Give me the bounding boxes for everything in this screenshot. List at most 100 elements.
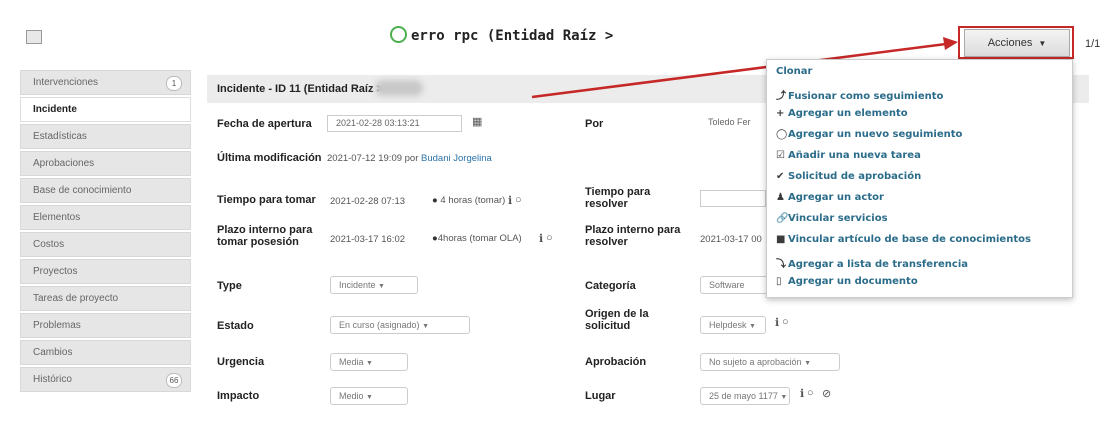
sidebar-item-label: Problemas <box>33 320 81 331</box>
sidebar-item-intervenciones[interactable]: Intervenciones 1 <box>20 70 191 95</box>
sidebar-item-label: Histórico <box>33 374 72 385</box>
type-label: Type <box>217 280 242 292</box>
menu-item-label: Vincular artículo de base de conocimient… <box>788 234 1031 245</box>
sidebar-item-problemas[interactable]: Problemas <box>20 313 191 338</box>
status-circle-icon <box>390 26 407 43</box>
count-badge: 1 <box>166 76 182 91</box>
comment-icon: ◯ <box>776 129 788 140</box>
refresh-circle-icon[interactable]: ○ <box>807 387 814 399</box>
sidebar-item-estadisticas[interactable]: Estadísticas <box>20 124 191 149</box>
type-select-value: Incidente <box>339 280 376 290</box>
refresh-circle-icon[interactable]: ○ <box>546 232 553 244</box>
acciones-dropdown-menu: Clonar ⤴ Fusionar como seguimiento + Agreg… <box>766 59 1073 298</box>
lugar-select[interactable]: 25 de mayo 1177 ▼ <box>700 387 790 405</box>
top-bar: erro rpc (Entidad Raíz > Acciones ▼ 1/1 <box>0 0 1109 60</box>
page-title-text: erro rpc (Entidad Raíz > <box>411 28 614 44</box>
sidebar-item-label: Base de conocimiento <box>33 185 132 196</box>
sidebar-item-label: Tareas de proyecto <box>33 293 119 304</box>
sidebar-item-incidente[interactable]: Incidente <box>20 97 191 122</box>
sidebar-item-proyectos[interactable]: Proyectos <box>20 259 191 284</box>
chevron-down-icon: ▼ <box>366 394 373 401</box>
por-value: Toledo Fer <box>708 117 751 127</box>
menu-item-label: Fusionar como seguimiento <box>788 91 944 102</box>
urgencia-label: Urgencia <box>217 356 265 368</box>
tiempo-tomar-note: 4 horas (tomar) <box>440 195 506 206</box>
impacto-select-value: Medio <box>339 391 364 401</box>
stopwatch-icon: ● <box>432 195 438 206</box>
sidebar-item-elementos[interactable]: Elementos <box>20 205 191 230</box>
type-select[interactable]: Incidente ▼ <box>330 276 418 294</box>
refresh-circle-icon[interactable]: ○ <box>515 194 522 206</box>
plazo-posesion-value: 2021-03-17 16:02 <box>330 234 406 245</box>
menu-item-label: Agregar un documento <box>788 276 918 287</box>
sidebar-item-label: Cambios <box>33 347 73 358</box>
aprobacion-label: Aprobación <box>585 356 647 368</box>
remove-circle-icon[interactable]: ⊘ <box>822 387 831 400</box>
tiempo-resolver-input[interactable] <box>700 190 766 207</box>
estado-select[interactable]: En curso (asignado) ▼ <box>330 316 470 334</box>
menu-item-agregar-documento[interactable]: ▯ Agregar un documento <box>776 276 918 287</box>
sidebar-item-base-conocimiento[interactable]: Base de conocimiento <box>20 178 191 203</box>
fecha-apertura-value: 2021-02-28 03:13:21 <box>336 118 420 128</box>
impacto-select[interactable]: Medio ▼ <box>330 387 408 405</box>
refresh-circle-icon[interactable]: ○ <box>782 316 789 328</box>
calendar-icon[interactable]: ▦ <box>472 115 482 128</box>
plazo-resolver-value: 2021-03-17 00 <box>700 234 762 245</box>
merge-icon: ⤴ <box>776 91 786 102</box>
sidebar-item-label: Elementos <box>33 212 81 223</box>
origen-select[interactable]: Helpdesk ▼ <box>700 316 766 334</box>
document-icon: ▯ <box>776 276 782 287</box>
info-icon[interactable]: ℹ <box>508 194 512 207</box>
sidebar-item-costos[interactable]: Costos <box>20 232 191 257</box>
sidebar-item-label: Estadísticas <box>33 131 87 142</box>
transfer-icon: ⤵ <box>776 259 786 270</box>
menu-item-clonar[interactable]: Clonar <box>776 66 812 77</box>
plus-icon: + <box>776 108 785 119</box>
lugar-select-value: 25 de mayo 1177 <box>709 391 778 401</box>
count-badge: 66 <box>166 373 182 388</box>
menu-item-agregar-actor[interactable]: ♟ Agregar un actor <box>776 192 884 203</box>
user-icon: ♟ <box>776 192 785 203</box>
modified-by-user-link[interactable]: Budani Jorgelina <box>421 153 492 164</box>
chevron-down-icon: ▼ <box>804 360 812 367</box>
sidebar-item-label: Incidente <box>33 104 77 115</box>
menu-item-anadir-tarea[interactable]: ☑ Añadir una nueva tarea <box>776 150 921 161</box>
lugar-label: Lugar <box>585 390 616 402</box>
ultima-modificacion-date: 2021-07-12 19:09 por <box>327 153 419 164</box>
aprobacion-select[interactable]: No sujeto a aprobación ▼ <box>700 353 840 371</box>
sidebar-item-historico[interactable]: Histórico 66 <box>20 367 191 392</box>
chevron-down-icon: ▼ <box>780 394 788 401</box>
categoria-select[interactable]: Software <box>700 276 766 294</box>
estado-select-value: En curso (asignado) <box>339 320 420 330</box>
sidebar-item-label: Aprobaciones <box>33 158 95 169</box>
plazo-posesion-label: Plazo interno para tomar posesión <box>217 224 313 248</box>
aprobacion-select-value: No sujeto a aprobación <box>709 357 802 367</box>
link-icon: 🔗 <box>776 213 789 224</box>
menu-item-agregar-seguimiento[interactable]: ◯Agregar un nuevo seguimiento <box>776 129 962 140</box>
info-icon[interactable]: ℹ <box>775 316 779 329</box>
fecha-apertura-input[interactable]: 2021-02-28 03:13:21 <box>327 115 462 132</box>
menu-item-label: Añadir una nueva tarea <box>788 150 921 161</box>
por-field[interactable]: Toledo Fer <box>700 115 766 132</box>
tiempo-tomar-sla: ● 4 horas (tomar) <box>432 195 505 206</box>
sidebar-item-aprobaciones[interactable]: Aprobaciones <box>20 151 191 176</box>
menu-item-solicitud-aprobacion[interactable]: ✔ Solicitud de aprobación <box>776 171 921 182</box>
plazo-posesion-ola: ●4horas (tomar OLA) <box>432 233 522 244</box>
annotation-highlight-box <box>958 26 1074 59</box>
fullscreen-toggle-icon[interactable] <box>26 30 42 44</box>
sidebar-item-tareas-proyecto[interactable]: Tareas de proyecto <box>20 286 191 311</box>
pager: 1/1 <box>1085 38 1101 50</box>
task-checkbox-icon: ☑ <box>776 150 785 161</box>
info-icon[interactable]: ℹ <box>800 387 804 400</box>
impacto-label: Impacto <box>217 390 260 402</box>
urgencia-select[interactable]: Media ▼ <box>330 353 408 371</box>
origen-select-value: Helpdesk <box>709 320 747 330</box>
menu-item-lista-transferencia[interactable]: ⤵ Agregar a lista de transferencia <box>776 255 968 270</box>
menu-item-fusionar[interactable]: ⤴ Fusionar como seguimiento <box>776 87 943 102</box>
menu-item-vincular-servicios[interactable]: 🔗Vincular servicios <box>776 213 888 224</box>
menu-item-vincular-articulo[interactable]: ■ Vincular artículo de base de conocimien… <box>776 234 1031 245</box>
info-icon[interactable]: ℹ <box>539 232 543 245</box>
menu-item-agregar-elemento[interactable]: + Agregar un elemento <box>776 108 908 119</box>
book-icon: ■ <box>776 234 786 245</box>
sidebar-item-cambios[interactable]: Cambios <box>20 340 191 365</box>
